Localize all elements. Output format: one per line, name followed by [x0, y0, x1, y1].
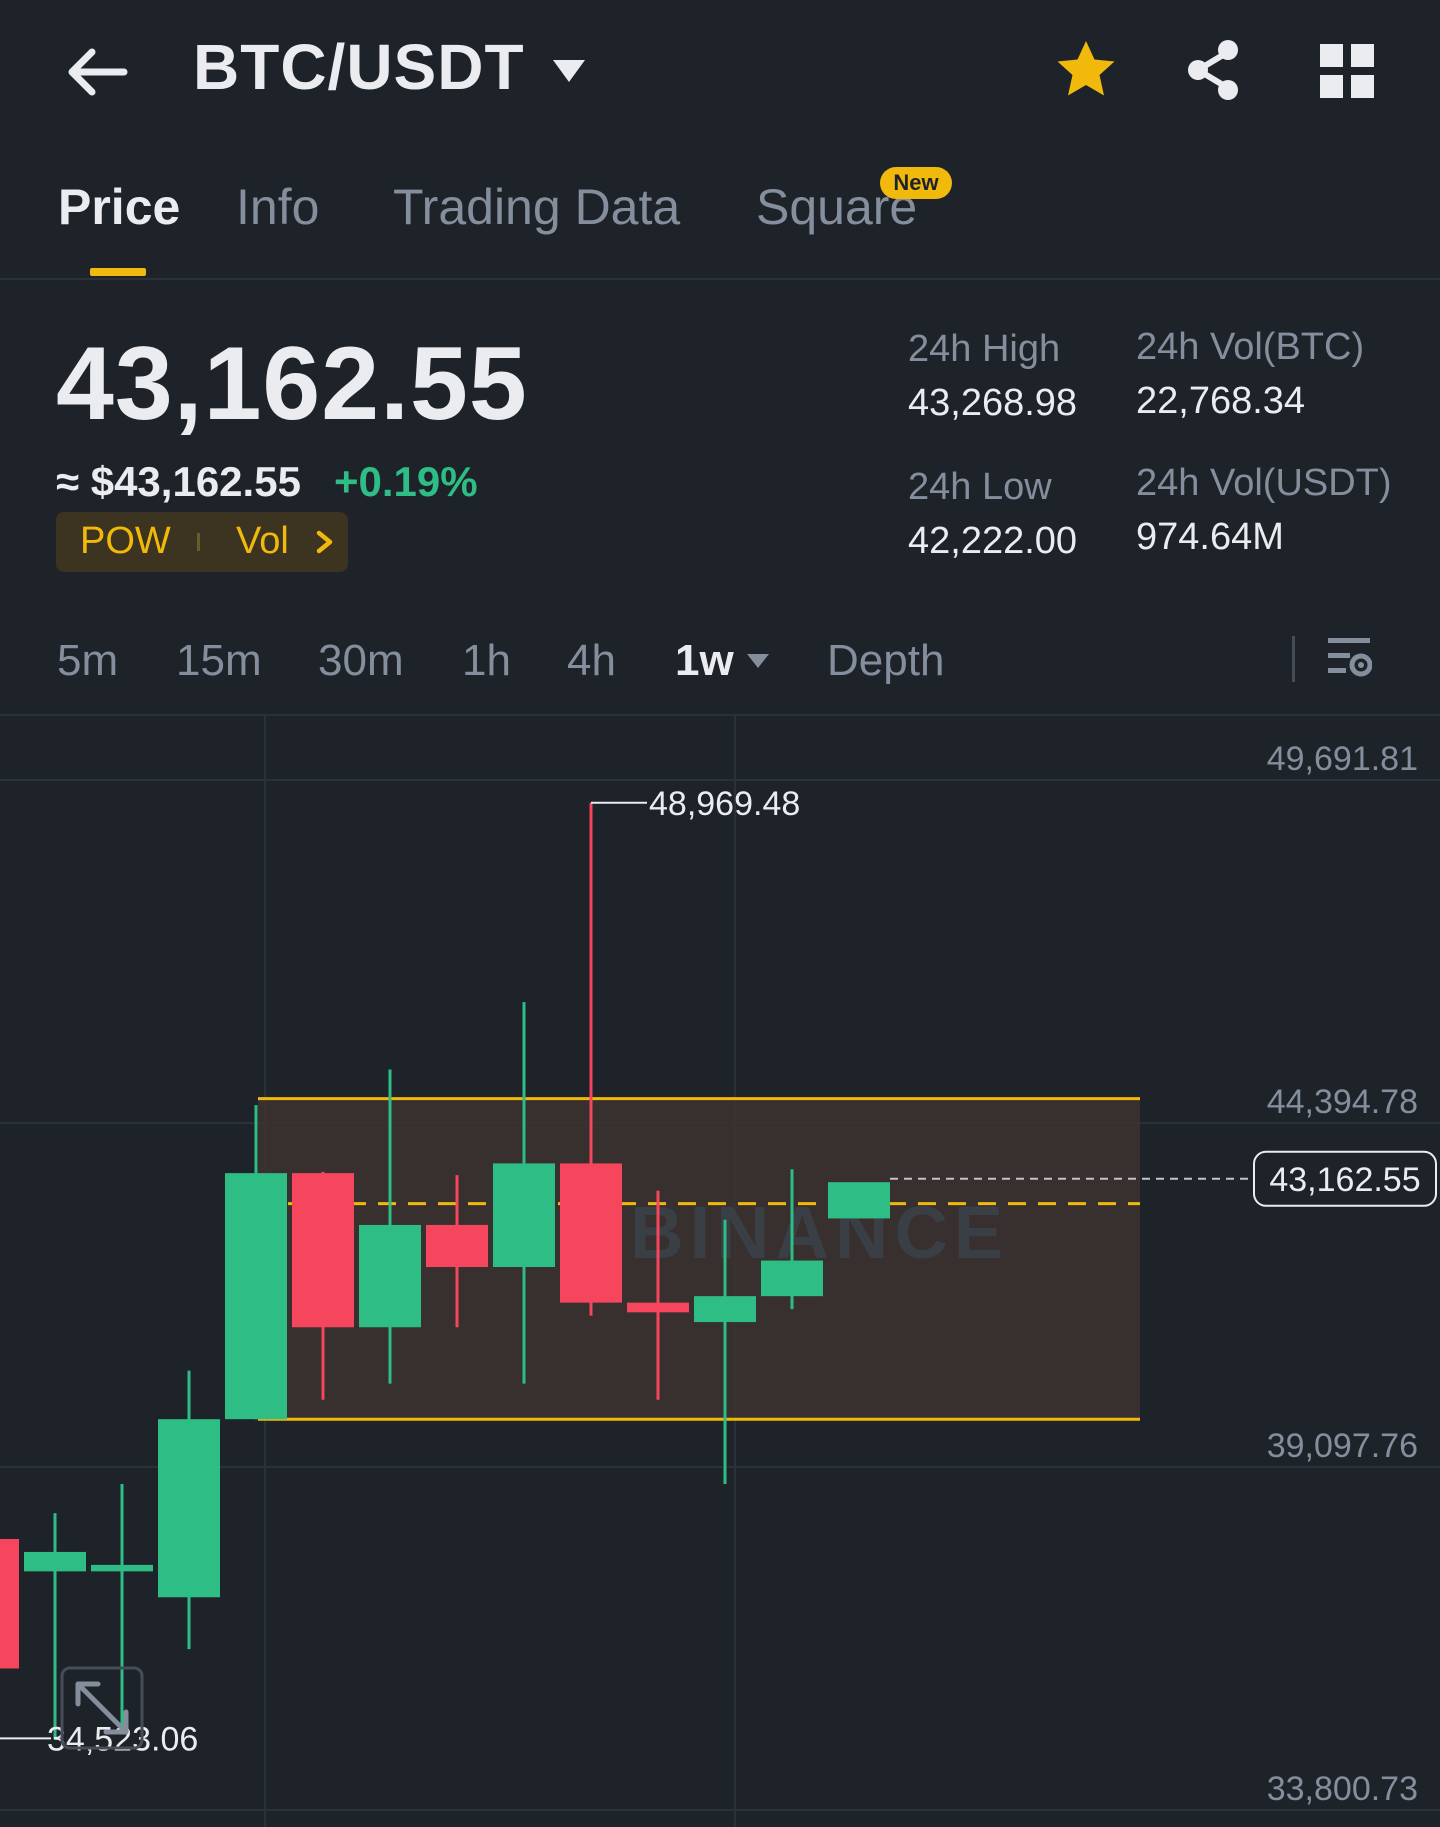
tab-info[interactable]: Info [236, 178, 319, 236]
tag-separator [197, 533, 200, 551]
candle-body [426, 1224, 488, 1268]
header-bar: BTC/USDT [0, 0, 1440, 140]
y-axis-label: 33,800.73 [1267, 1770, 1418, 1808]
interval-15m[interactable]: 15m [176, 636, 262, 686]
chevron-right-icon[interactable] [312, 528, 338, 556]
arrow-left-icon[interactable] [62, 42, 132, 102]
interval-divider [1292, 636, 1295, 682]
tag-vol[interactable]: Vol [236, 520, 289, 563]
candle-body [761, 1260, 823, 1297]
stat-24h-vol-usdt-value: 974.64M [1136, 516, 1284, 558]
high-marker-label: 48,969.48 [649, 785, 800, 823]
tabs-divider [0, 278, 1440, 280]
stat-24h-low-label: 24h Low [908, 466, 1052, 508]
stat-24h-vol-usdt-label: 24h Vol(USDT) [1136, 462, 1392, 504]
price-change-percent: +0.19% [334, 458, 478, 505]
candle-body [24, 1551, 86, 1572]
star-icon[interactable] [1054, 38, 1118, 102]
interval-5m[interactable]: 5m [57, 636, 118, 686]
candle-body [560, 1163, 622, 1303]
interval-depth[interactable]: Depth [827, 636, 944, 686]
stat-24h-vol-btc-value: 22,768.34 [1136, 380, 1306, 422]
tab-trading-data[interactable]: Trading Data [393, 178, 680, 236]
candle-body [828, 1182, 890, 1219]
y-axis-label: 49,691.81 [1267, 740, 1418, 778]
candle-body [694, 1296, 756, 1323]
y-axis-label: 39,097.76 [1267, 1427, 1418, 1465]
chart-settings-icon[interactable] [1326, 634, 1372, 680]
y-axis-label: 44,394.78 [1267, 1083, 1418, 1121]
interval-30m[interactable]: 30m [318, 636, 404, 686]
interval-4h[interactable]: 4h [567, 636, 616, 686]
interval-caret-down-icon[interactable] [746, 652, 770, 670]
candle-body [225, 1173, 287, 1420]
tag-pow[interactable]: POW [80, 520, 171, 563]
last-price: 43,162.55 [56, 326, 528, 442]
caret-down-icon[interactable] [551, 58, 587, 86]
share-icon[interactable] [1184, 38, 1244, 102]
interval-1w[interactable]: 1w [675, 636, 734, 686]
grid-icon[interactable] [1320, 44, 1374, 98]
pair-title[interactable]: BTC/USDT [193, 30, 525, 104]
candle-body [158, 1419, 220, 1598]
candle-body [0, 1538, 19, 1669]
approx-usd-price: ≈ $43,162.55 [56, 458, 301, 505]
candle-body [359, 1224, 421, 1328]
candle-body [493, 1163, 555, 1268]
current-price-label: 43,162.55 [1269, 1161, 1420, 1199]
active-tab-indicator [90, 268, 146, 276]
stat-24h-vol-btc-label: 24h Vol(BTC) [1136, 326, 1365, 368]
stat-24h-high-value: 43,268.98 [908, 382, 1078, 424]
candle-body [91, 1564, 153, 1572]
interval-1h[interactable]: 1h [462, 636, 511, 686]
stat-24h-high-label: 24h High [908, 328, 1061, 370]
stat-24h-low-value: 42,222.00 [908, 520, 1078, 562]
candle-body [292, 1173, 354, 1328]
tab-price[interactable]: Price [58, 178, 180, 236]
candlestick-chart[interactable]: BINANCE 43,162.55 48,969.48 34,523.06 49… [0, 716, 1440, 1827]
candle-body [627, 1302, 689, 1313]
new-badge: New [880, 167, 952, 199]
